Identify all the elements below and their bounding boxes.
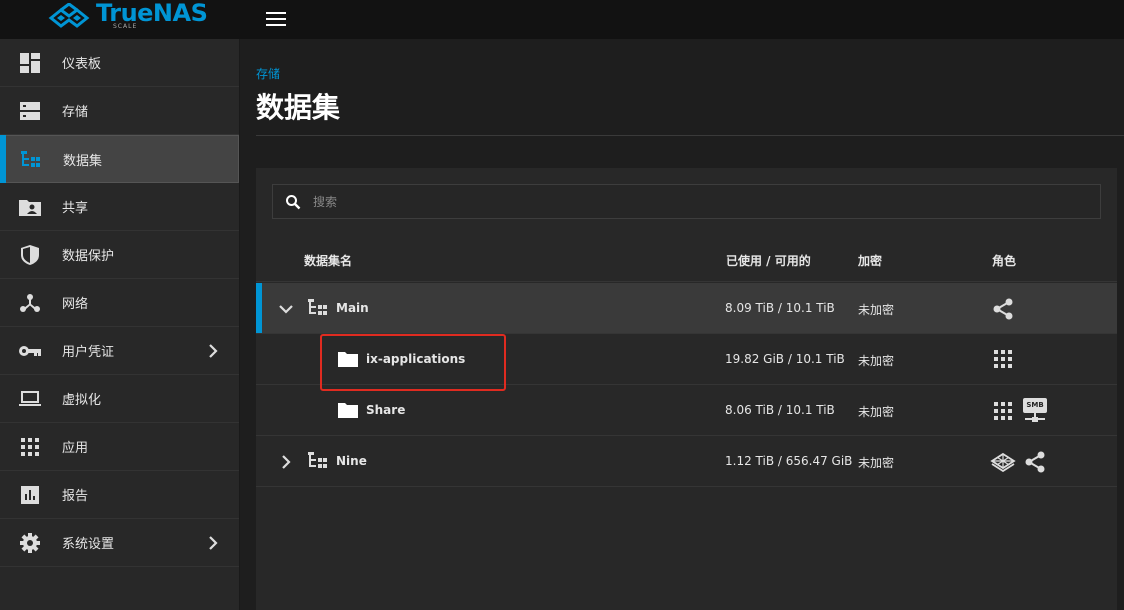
column-header-encryption[interactable]: 加密: [858, 252, 882, 269]
sidebar-item-system-settings[interactable]: 系统设置: [0, 519, 239, 567]
sidebar-item-label: 系统设置: [62, 537, 115, 552]
chevron-down-icon[interactable]: [278, 301, 294, 317]
folder-icon: [338, 352, 358, 367]
share-icon: [1025, 451, 1045, 473]
dashboard-icon: [19, 53, 41, 73]
network-icon: [19, 293, 41, 313]
sidebar-item-label: 虚拟化: [62, 393, 102, 408]
logo-edition: SCALE: [113, 23, 138, 30]
sidebar-item-label: 共享: [62, 201, 89, 216]
sidebar-item-storage[interactable]: 存储: [0, 87, 239, 135]
apps-grid-icon: [994, 350, 1012, 368]
sidebar-item-shares[interactable]: 共享: [0, 183, 239, 231]
smb-label: SMB: [1023, 397, 1047, 413]
folder-icon: [338, 403, 358, 418]
sidebar-item-datasets[interactable]: 数据集: [0, 135, 239, 183]
laptop-icon: [19, 389, 41, 409]
smb-icon: SMB: [1023, 397, 1047, 423]
truenas-logo[interactable]: TrueNAS SCALE: [47, 0, 208, 37]
chart-icon: [19, 485, 41, 505]
table-header: 数据集名 已使用 / 可用的 加密 角色: [256, 236, 1117, 282]
hamburger-icon: [266, 12, 286, 26]
apps-grid-icon: [19, 437, 41, 457]
sidebar-item-reports[interactable]: 报告: [0, 471, 239, 519]
menu-toggle-button[interactable]: [262, 5, 290, 33]
share-icon: [993, 298, 1013, 320]
sidebar-item-label: 网络: [62, 297, 89, 312]
dataset-used: 8.06 TiB / 10.1 TiB: [725, 403, 835, 417]
table-row[interactable]: Share 8.06 TiB / 10.1 TiB 未加密 SMB: [256, 385, 1117, 436]
sidebar-item-apps[interactable]: 应用: [0, 423, 239, 471]
sidebar-item-label: 报告: [62, 489, 89, 504]
column-header-name[interactable]: 数据集名: [304, 252, 352, 269]
table-row[interactable]: Nine 1.12 TiB / 656.47 GiB 未加密: [256, 436, 1117, 487]
sidebar-item-label: 数据保护: [62, 249, 115, 264]
column-header-roles[interactable]: 角色: [992, 252, 1016, 269]
sidebar-item-data-protection[interactable]: 数据保护: [0, 231, 239, 279]
pool-icon: [308, 299, 327, 315]
gear-icon: [19, 533, 41, 553]
chevron-right-icon[interactable]: [278, 454, 294, 470]
sidebar-item-virtualization[interactable]: 虚拟化: [0, 375, 239, 423]
sidebar-item-network[interactable]: 网络: [0, 279, 239, 327]
sidebar-item-label: 仪表板: [62, 57, 102, 72]
sidebar-item-label: 用户凭证: [62, 345, 115, 360]
chevron-right-icon: [209, 536, 218, 550]
dataset-encryption: 未加密: [858, 456, 895, 470]
page-title: 数据集: [256, 91, 341, 124]
dataset-used: 8.09 TiB / 10.1 TiB: [725, 301, 835, 315]
sidebar-item-label: 存储: [62, 105, 89, 120]
dataset-used: 1.12 TiB / 656.47 GiB: [725, 454, 853, 468]
search-icon: [286, 195, 301, 210]
dataset-name: ix-applications: [366, 352, 466, 366]
dataset-used: 19.82 GiB / 10.1 TiB: [725, 352, 845, 366]
column-header-used[interactable]: 已使用 / 可用的: [726, 252, 811, 269]
dataset-encryption: 未加密: [858, 303, 895, 317]
dataset-name: Share: [366, 403, 406, 417]
shares-icon: [19, 197, 41, 217]
truenas-logo-icon: [48, 3, 90, 28]
table-row[interactable]: ix-applications 19.82 GiB / 10.1 TiB 未加密: [256, 334, 1117, 385]
sidebar-item-credentials[interactable]: 用户凭证: [0, 327, 239, 375]
search-field[interactable]: [272, 184, 1101, 219]
key-icon: [19, 341, 41, 361]
dataset-encryption: 未加密: [858, 405, 895, 419]
shield-icon: [19, 245, 41, 265]
sidebar-item-dashboard[interactable]: 仪表板: [0, 39, 239, 87]
sidebar: 仪表板 存储 数据集 共享 数据保护 网络 用户凭证 虚拟化 应用 报告 系统设…: [0, 39, 240, 610]
pool-icon: [308, 452, 327, 468]
apps-grid-icon: [994, 402, 1012, 420]
datasets-card: 数据集名 已使用 / 可用的 加密 角色 Main 8.09 TiB / 10.…: [256, 168, 1117, 610]
main-content: 存储 数据集 数据集名 已使用 / 可用的 加密 角色 Main 8.09 Ti…: [240, 39, 1124, 610]
sidebar-item-label: 应用: [62, 441, 89, 456]
table-row[interactable]: Main 8.09 TiB / 10.1 TiB 未加密: [256, 283, 1117, 334]
breadcrumb[interactable]: 存储: [256, 65, 280, 82]
search-input[interactable]: [313, 185, 1083, 218]
header-divider: [256, 135, 1124, 136]
dataset-name: Main: [336, 301, 369, 315]
sidebar-item-label: 数据集: [63, 153, 103, 169]
dataset-name: Nine: [336, 454, 367, 468]
top-bar: TrueNAS SCALE: [0, 0, 1124, 39]
storage-icon: [19, 101, 41, 121]
chevron-right-icon: [209, 344, 218, 358]
dataset-encryption: 未加密: [858, 354, 895, 368]
layers-icon: [990, 452, 1016, 472]
datasets-icon: [20, 150, 42, 170]
